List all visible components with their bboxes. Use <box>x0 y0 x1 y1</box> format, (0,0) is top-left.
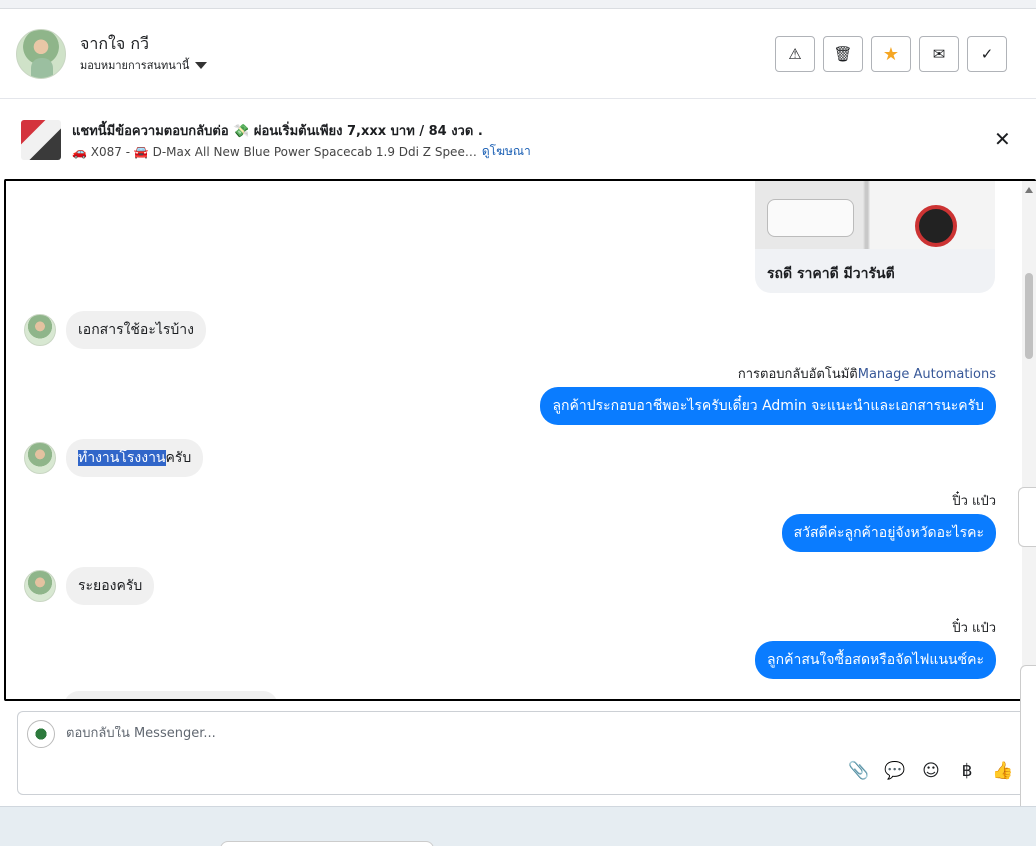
attach-button[interactable]: 📎 <box>848 760 870 782</box>
star-button[interactable]: ★ <box>871 36 911 72</box>
saved-reply-icon: 💬 <box>884 761 906 781</box>
conversation-header: จากใจ กวี มอบหมายการสนทนานี้ ⚠ 🗑 ★ ✉ ✓ <box>0 9 1036 99</box>
outgoing-message[interactable]: สวัสดีค่ะลูกค้าอยู่จังหวัดอะไรคะ <box>781 514 996 552</box>
taskbar-tab[interactable] <box>220 841 434 846</box>
emoji-button[interactable]: ☺ <box>920 760 942 782</box>
auto-reply-label: การตอบกลับอัตโนมัติ <box>737 367 858 382</box>
message-composer: 📎 💬 ☺ ฿ 👍 <box>17 711 1036 795</box>
outgoing-message[interactable]: ลูกค้าประกอบอาชีพอะไรครับเดี๋ยว Admin จะ… <box>540 387 996 425</box>
attach-icon: 📎 <box>848 761 870 781</box>
header-actions: ⚠ 🗑 ★ ✉ ✓ <box>775 36 1007 72</box>
side-popup-stub[interactable] <box>1020 665 1036 825</box>
card-caption: รถดี ราคาดี มีวารันตี <box>767 266 895 282</box>
trash-icon: 🗑 <box>833 45 853 63</box>
contact-avatar-small <box>24 314 56 346</box>
outgoing-message[interactable]: ลูกค้าสนใจซื้อสดหรือจัดไฟแนนซ์คะ <box>755 641 996 679</box>
contact-name[interactable]: จากใจ กวี <box>80 32 149 57</box>
payment-button[interactable]: ฿ <box>956 760 978 782</box>
mark-unread-button[interactable]: ✉ <box>919 36 959 72</box>
ad-title: แชทนี้มีข้อความตอบกลับต่อ 💸 ผ่อนเริ่มต้น… <box>72 124 483 139</box>
scroll-up-icon[interactable] <box>1025 187 1033 193</box>
mark-done-button[interactable]: ✓ <box>967 36 1007 72</box>
message-text: ครับ <box>165 450 192 466</box>
incoming-message: ระยองครับ <box>24 567 155 605</box>
baht-icon: ฿ <box>961 761 973 781</box>
reply-input[interactable] <box>66 726 866 741</box>
manage-automations-link[interactable]: Manage Automations <box>858 367 996 382</box>
assign-conversation-dropdown[interactable]: มอบหมายการสนทนานี้ <box>80 56 208 74</box>
star-icon: ★ <box>882 43 900 65</box>
side-popup-stub[interactable] <box>1018 487 1036 547</box>
sender-name: ปิ๋ว แป๋ว <box>952 494 996 509</box>
delete-button[interactable]: 🗑 <box>823 36 863 72</box>
thumbs-up-icon: 👍 <box>992 761 1014 781</box>
ad-subtitle: 🚗 X087 - 🚘 D-Max All New Blue Power Spac… <box>72 144 477 159</box>
view-ad-link[interactable]: ดูโฆษณา <box>482 142 531 161</box>
contact-avatar[interactable] <box>16 29 66 79</box>
ad-context-banner: แชทนี้มีข้อความตอบกลับต่อ 💸 ผ่อนเริ่มต้น… <box>0 99 1036 177</box>
contact-avatar-small <box>24 570 56 602</box>
message-thread[interactable]: รถดี ราคาดี มีวารันตี เอกสารใช้อะไรบ้าง … <box>4 179 1036 701</box>
composer-tools: 📎 💬 ☺ ฿ 👍 <box>848 760 1014 782</box>
message-bubble-partial <box>64 691 278 699</box>
message-bubble[interactable]: เอกสารใช้อะไรบ้าง <box>66 311 207 349</box>
mark-unread-icon: ✉ <box>932 45 946 63</box>
conversation-panel: จากใจ กวี มอบหมายการสนทนานี้ ⚠ 🗑 ★ ✉ ✓ แ… <box>0 8 1036 825</box>
report-button[interactable]: ⚠ <box>775 36 815 72</box>
contact-avatar-small <box>24 442 56 474</box>
warning-icon: ⚠ <box>788 45 802 63</box>
ad-subtitle-row: 🚗 X087 - 🚘 D-Max All New Blue Power Spac… <box>72 142 531 161</box>
close-icon[interactable]: ✕ <box>994 129 1011 149</box>
taskbar-strip <box>0 806 1036 846</box>
scroll-thumb[interactable] <box>1025 273 1033 359</box>
page-avatar <box>27 720 55 748</box>
emoji-icon: ☺ <box>922 761 940 781</box>
check-icon: ✓ <box>980 45 994 63</box>
incoming-message: ทำงานโรงงานครับ <box>24 439 204 477</box>
car-image <box>755 181 995 249</box>
thread-scrollbar[interactable] <box>1022 181 1036 699</box>
ad-card-message[interactable]: รถดี ราคาดี มีวารันตี <box>755 181 995 293</box>
message-bubble[interactable]: ทำงานโรงงานครับ <box>66 439 204 477</box>
auto-reply-meta: การตอบกลับอัตโนมัติManage Automations <box>738 363 996 384</box>
sender-name: ปิ๋ว แป๋ว <box>952 621 996 636</box>
like-button[interactable]: 👍 <box>992 760 1014 782</box>
selected-text: ทำงานโรงงาน <box>78 450 166 466</box>
saved-reply-button[interactable]: 💬 <box>884 760 906 782</box>
assign-label: มอบหมายการสนทนานี้ <box>80 59 190 72</box>
ad-thumbnail[interactable] <box>21 120 61 160</box>
message-bubble[interactable]: ระยองครับ <box>66 567 155 605</box>
incoming-message: เอกสารใช้อะไรบ้าง <box>24 311 207 349</box>
caret-down-icon <box>195 61 208 69</box>
